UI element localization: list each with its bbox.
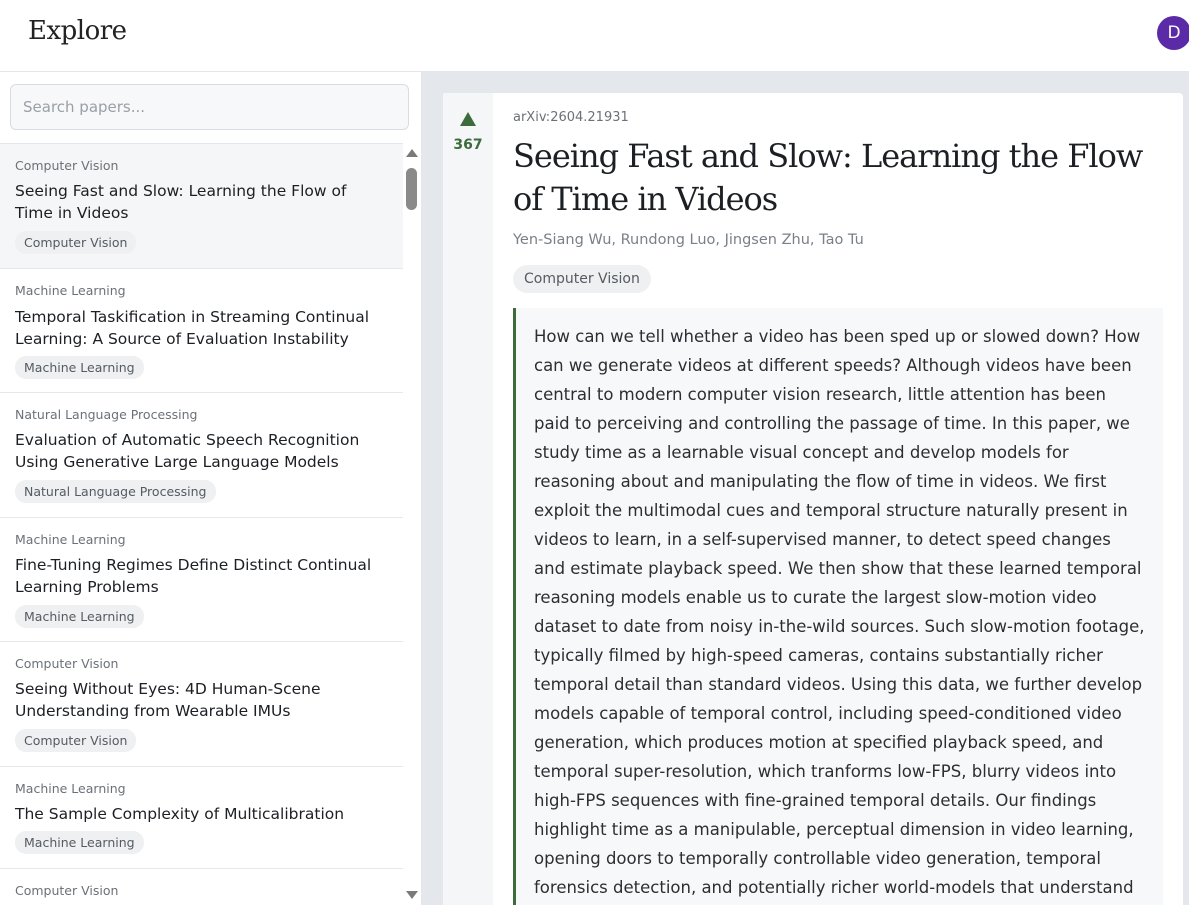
category-tag: Computer Vision bbox=[513, 265, 651, 293]
paper-authors: Yen-Siang Wu, Rundong Luo, Jingsen Zhu, … bbox=[513, 232, 864, 248]
item-category: Computer Vision bbox=[15, 883, 119, 898]
paper-list-item[interactable]: Computer Vision Seeing Fast and Slow: Le… bbox=[0, 144, 403, 269]
item-title: Seeing Fast and Slow: Learning the Flow … bbox=[15, 182, 347, 222]
item-title: Fine-Tuning Regimes Define Distinct Cont… bbox=[15, 556, 372, 596]
paper-list-item[interactable]: Machine Learning Temporal Taskification … bbox=[0, 269, 403, 393]
item-title: Seeing Without Eyes: 4D Human-Scene Unde… bbox=[15, 680, 321, 720]
category-tag: Natural Language Processing bbox=[15, 480, 216, 503]
search-input[interactable] bbox=[10, 84, 409, 130]
search-box bbox=[10, 84, 409, 130]
app-title: Explore bbox=[28, 16, 127, 46]
category-tag: Machine Learning bbox=[15, 356, 144, 379]
paper-detail-card: 367 arXiv:2604.21931 Seeing Fast and Slo… bbox=[443, 93, 1183, 905]
item-category: Natural Language Processing bbox=[15, 407, 198, 422]
paper-list-item[interactable]: Computer Vision bbox=[0, 869, 403, 905]
paper-list-item[interactable]: Computer Vision Seeing Without Eyes: 4D … bbox=[0, 642, 403, 767]
item-title: The Sample Complexity of Multicalibratio… bbox=[15, 805, 345, 823]
scroll-up-arrow-icon[interactable] bbox=[406, 149, 418, 157]
paper-title: Seeing Fast and Slow: Learning the Flow … bbox=[513, 137, 1143, 218]
item-category: Machine Learning bbox=[15, 781, 126, 796]
item-category: Machine Learning bbox=[15, 532, 126, 547]
vote-column: 367 bbox=[443, 93, 493, 905]
abstract-box: How can we tell whether a video has been… bbox=[513, 308, 1163, 905]
item-category: Computer Vision bbox=[15, 158, 119, 173]
item-category: Machine Learning bbox=[15, 283, 126, 298]
paper-list-item[interactable]: Natural Language Processing Evaluation o… bbox=[0, 393, 403, 518]
scroll-thumb[interactable] bbox=[406, 168, 417, 210]
sidebar: Computer Vision Seeing Fast and Slow: Le… bbox=[0, 72, 422, 905]
list-scrollbar[interactable] bbox=[403, 143, 420, 905]
item-category: Computer Vision bbox=[15, 656, 119, 671]
arxiv-id: arXiv:2604.21931 bbox=[513, 110, 629, 125]
paper-list-item[interactable]: Machine Learning The Sample Complexity o… bbox=[0, 767, 403, 869]
abstract-text: How can we tell whether a video has been… bbox=[534, 327, 1145, 897]
top-bar: Explore D bbox=[0, 0, 1189, 72]
paper-list: Computer Vision Seeing Fast and Slow: Le… bbox=[0, 143, 403, 905]
item-title: Temporal Taskification in Streaming Cont… bbox=[15, 308, 370, 348]
upvote-arrow-icon[interactable] bbox=[460, 112, 476, 126]
scroll-down-arrow-icon[interactable] bbox=[406, 891, 418, 899]
vote-count: 367 bbox=[453, 137, 483, 153]
category-tag: Computer Vision bbox=[15, 729, 137, 752]
category-tag: Machine Learning bbox=[15, 605, 144, 628]
item-title: Evaluation of Automatic Speech Recogniti… bbox=[15, 431, 360, 471]
user-avatar[interactable]: D bbox=[1157, 16, 1189, 50]
detail-pane: 367 arXiv:2604.21931 Seeing Fast and Slo… bbox=[422, 72, 1189, 905]
category-tag: Computer Vision bbox=[15, 231, 137, 254]
paper-list-item[interactable]: Machine Learning Fine-Tuning Regimes Def… bbox=[0, 518, 403, 642]
category-tag: Machine Learning bbox=[15, 831, 144, 854]
